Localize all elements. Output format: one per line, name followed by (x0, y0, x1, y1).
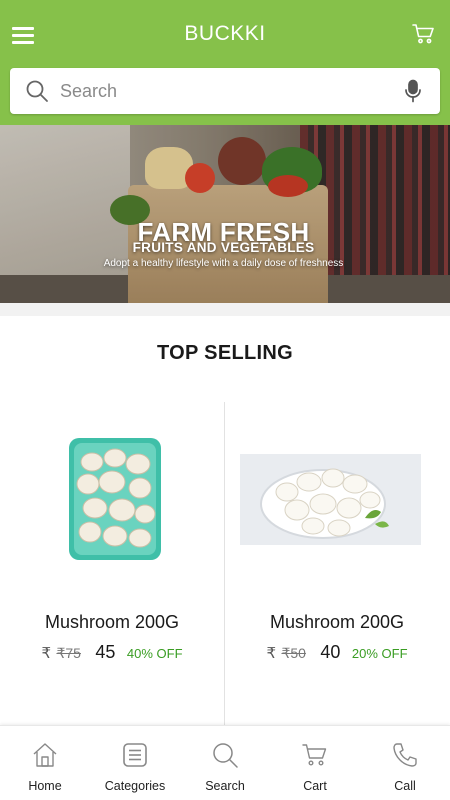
section-title: TOP SELLING (157, 342, 293, 364)
nav-item-categories[interactable]: Categories (90, 726, 180, 800)
currency-symbol: ₹ (266, 645, 277, 662)
app-header: BUCKKI (0, 0, 450, 125)
cart-icon[interactable] (412, 22, 436, 46)
bottom-navigation: Home Categories Search Cart Call (0, 725, 450, 800)
banner-overlay (0, 125, 450, 303)
nav-item-home[interactable]: Home (0, 726, 90, 800)
app-title: BUCKKI (184, 22, 266, 45)
app-screen: BUCKKI Search FARM FRESH FRUITS AND VEGE… (0, 0, 450, 800)
search-icon[interactable] (25, 79, 49, 103)
current-price: 45 (95, 642, 116, 662)
search-icon (211, 741, 239, 769)
product-name: Mushroom 200G (269, 612, 405, 632)
old-price: ₹50 (281, 645, 306, 661)
nav-label: Categories (104, 779, 166, 793)
search-input[interactable] (60, 76, 390, 106)
nav-item-call[interactable]: Call (360, 726, 450, 800)
discount-label: 20% OFF (351, 646, 408, 661)
home-icon (31, 741, 59, 769)
price-row: ₹ ₹75 45 40% OFF (0, 642, 224, 663)
product-name: Mushroom 200G (44, 612, 180, 632)
phone-icon (391, 741, 419, 769)
product-card[interactable]: Mushroom 200G ₹ ₹50 40 20% OFF (225, 402, 449, 726)
nav-label: Search (205, 779, 245, 793)
microphone-icon[interactable] (404, 79, 422, 103)
nav-label: Cart (303, 779, 327, 793)
current-price: 40 (320, 642, 341, 662)
currency-symbol: ₹ (41, 645, 52, 662)
nav-label: Call (394, 779, 416, 793)
mushroom-punnet-photo (0, 432, 224, 562)
mushroom-bowl-photo (225, 432, 449, 562)
banner-tagline: Adopt a healthy lifestyle with a daily d… (103, 258, 344, 269)
banner-subtitle: FRUITS AND VEGETABLES (132, 240, 315, 255)
price-row: ₹ ₹50 40 20% OFF (225, 642, 449, 663)
discount-label: 40% OFF (126, 646, 183, 661)
categories-icon (121, 741, 149, 769)
product-card[interactable]: Mushroom 200G ₹ ₹75 45 40% OFF (0, 402, 224, 726)
search-bar (10, 68, 440, 114)
cart-icon (301, 741, 329, 769)
top-selling-section: TOP SELLING Mushroom 200G ₹ ₹75 45 40% O… (0, 316, 450, 726)
nav-item-search[interactable]: Search (180, 726, 270, 800)
nav-label: Home (28, 779, 62, 793)
promo-banner[interactable]: FARM FRESH FRUITS AND VEGETABLES Adopt a… (0, 125, 450, 303)
old-price: ₹75 (56, 645, 81, 661)
nav-item-cart[interactable]: Cart (270, 726, 360, 800)
